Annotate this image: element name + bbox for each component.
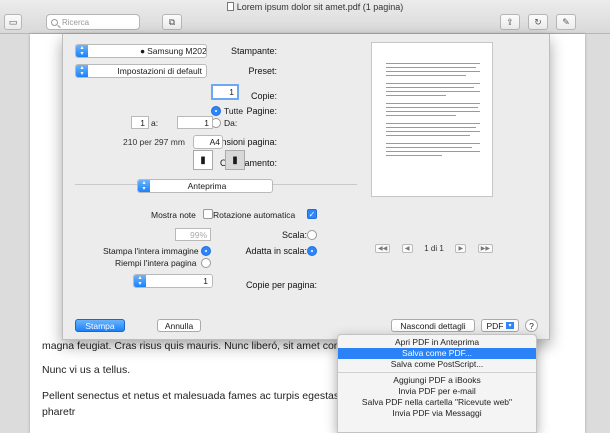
preview-pager: ◀◀ ◀ 1 di 1 ▶ ▶▶ xyxy=(375,242,493,254)
menu-item-add-to-ibooks[interactable]: Aggiungi PDF a iBooks xyxy=(338,375,536,386)
sidebar-icon: ▭ xyxy=(8,16,18,27)
window-title: Lorem ipsum dolor sit amet.pdf (1 pagina… xyxy=(210,2,420,12)
pages-from-text: Da: xyxy=(224,118,238,128)
fit-scale-radio[interactable] xyxy=(307,246,317,256)
fit-print-text: Stampa l'intera immagine xyxy=(103,246,199,256)
search-placeholder: Ricerca xyxy=(62,17,90,27)
copies-per-page-value: 1 xyxy=(203,276,208,286)
scale-label: Scala: xyxy=(281,230,307,240)
auto-rotate-text: Rotazione automatica xyxy=(213,210,296,220)
preset-value: Impostazioni di default xyxy=(117,66,202,76)
section-select[interactable]: ▴ ▾ Anteprima xyxy=(137,179,273,193)
toolbox-icon: ⧉ xyxy=(168,16,176,27)
landscape-icon: ▮ xyxy=(200,154,206,166)
menu-separator xyxy=(338,372,536,373)
markup-button[interactable]: ✎ xyxy=(556,14,576,30)
menu-item-save-as-postscript[interactable]: Salva come PostScript... xyxy=(338,359,536,370)
popup-arrows-icon: ▴ ▾ xyxy=(76,65,88,77)
print-button[interactable]: Stampa xyxy=(75,319,125,332)
printer-value: Samsung M2020 Series xyxy=(147,46,207,56)
share-icon: ⇪ xyxy=(506,16,514,27)
scale-radio[interactable] xyxy=(307,230,317,240)
copies-per-page-select[interactable]: ▴ ▾ 1 xyxy=(133,274,213,288)
section-value: Anteprima xyxy=(187,181,227,191)
pages-all-text: Tutte xyxy=(224,106,244,116)
preset-select[interactable]: ▴ ▾ Impostazioni di default xyxy=(75,64,207,78)
menu-item-save-web-receipts[interactable]: Salva PDF nella cartella "Ricevute web" xyxy=(338,397,536,408)
next-page-button[interactable]: ▶ xyxy=(455,243,467,253)
auto-rotate-checkbox[interactable]: ✓ xyxy=(307,209,317,219)
rotate-button[interactable]: ↻ xyxy=(528,14,548,30)
scale-field[interactable]: 99% xyxy=(175,228,211,241)
pdf-menu-button[interactable]: PDF ▾ xyxy=(481,319,519,332)
fit-fill-radio[interactable] xyxy=(201,258,211,268)
page-counter: 1 di 1 xyxy=(424,243,444,253)
menu-item-save-as-pdf[interactable]: Salva come PDF... xyxy=(338,348,536,359)
printer-status-icon: ● xyxy=(140,46,146,56)
pages-to-field[interactable]: 1 xyxy=(131,116,149,129)
fit-scale-label: Adatta in scala: xyxy=(245,246,307,256)
pdf-document-icon xyxy=(226,2,234,11)
menu-item-send-email[interactable]: Invia PDF per e-mail xyxy=(338,386,536,397)
share-button[interactable]: ⇪ xyxy=(500,14,520,30)
pdf-label: PDF xyxy=(486,320,504,331)
popup-arrows-icon: ▴ ▾ xyxy=(138,180,150,192)
portrait-icon: ▮ xyxy=(232,154,238,166)
pages-to-text: a: xyxy=(151,118,159,128)
cancel-button[interactable]: Annulla xyxy=(157,319,201,332)
pages-label: Pagine: xyxy=(246,106,277,116)
show-notes-text: Mostra note xyxy=(151,210,196,220)
paper-size-value: A4 xyxy=(209,137,220,147)
pages-all-radio[interactable] xyxy=(211,106,221,116)
prev-page-button[interactable]: ◀ xyxy=(401,243,413,253)
document-line: Nunc vi us a tellus. xyxy=(42,364,131,376)
menu-item-open-in-preview[interactable]: Apri PDF in Anteprima xyxy=(338,337,536,348)
last-page-button[interactable]: ▶▶ xyxy=(477,243,493,253)
search-icon xyxy=(51,18,58,26)
help-button[interactable]: ? xyxy=(525,319,538,332)
hide-details-button[interactable]: Nascondi dettagli xyxy=(391,319,475,332)
fit-fill-text: Riempi l'intera pagina xyxy=(115,258,197,268)
paper-dimensions-text: 210 per 297 mm xyxy=(123,137,185,147)
landscape-orientation-button[interactable]: ▮ xyxy=(193,150,213,170)
window-title-text: Lorem ipsum dolor sit amet.pdf (1 pagina… xyxy=(236,2,404,12)
copies-per-page-label: Copie per pagina: xyxy=(245,280,317,290)
toolbox-button[interactable]: ⧉ xyxy=(162,14,182,30)
print-preview-thumbnail xyxy=(371,42,493,197)
menu-item-send-messages[interactable]: Invia PDF via Messaggi xyxy=(338,408,536,419)
printer-select[interactable]: ▴▾ ● Samsung M2020 Series xyxy=(75,44,207,58)
popup-arrows-icon: ▴ ▾ xyxy=(76,45,88,57)
search-input[interactable]: Ricerca xyxy=(46,14,140,30)
pages-from-field[interactable]: 1 xyxy=(177,116,213,129)
pdf-dropdown-menu: Apri PDF in Anteprima Salva come PDF... … xyxy=(337,334,537,433)
sidebar-toggle-button[interactable]: ▭ xyxy=(4,14,22,30)
rotate-icon: ↻ xyxy=(534,16,542,27)
fit-print-radio[interactable] xyxy=(201,246,211,256)
document-line: pharetr xyxy=(42,406,76,418)
print-dialog: ◀◀ ◀ 1 di 1 ▶ ▶▶ Stampante: ▴ ▾ ● Samsung… xyxy=(62,34,550,340)
dropdown-arrow-icon: ▾ xyxy=(506,322,514,329)
pen-icon: ✎ xyxy=(562,16,570,27)
paper-size-select[interactable]: A4 xyxy=(193,135,223,149)
document-line: Pellent senectus et netus et malesuada f… xyxy=(42,390,370,402)
show-notes-checkbox[interactable] xyxy=(203,209,213,219)
copies-field[interactable]: 1 xyxy=(211,84,239,100)
portrait-orientation-button[interactable]: ▮ xyxy=(225,150,245,170)
popup-arrows-icon: ▴ ▾ xyxy=(134,275,146,287)
window-titlebar: Lorem ipsum dolor sit amet.pdf (1 pagina… xyxy=(0,0,610,34)
first-page-button[interactable]: ◀◀ xyxy=(375,243,391,253)
